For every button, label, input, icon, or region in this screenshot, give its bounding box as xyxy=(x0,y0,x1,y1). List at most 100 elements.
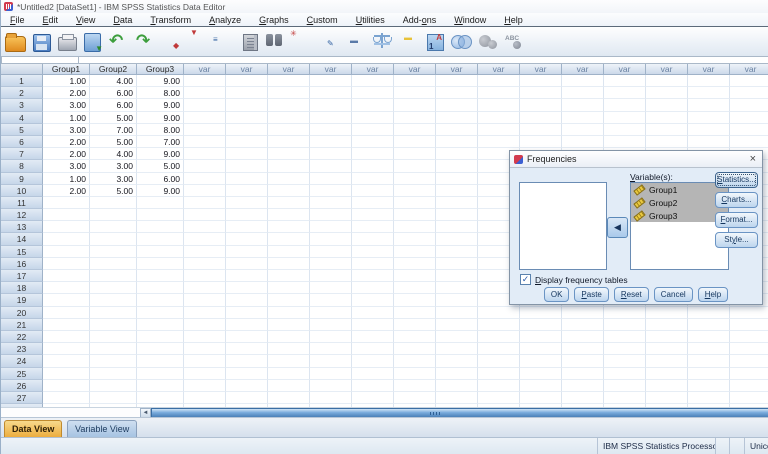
data-cell[interactable] xyxy=(90,330,137,344)
row-header[interactable]: 25 xyxy=(1,367,43,380)
data-cell[interactable]: 2.00 xyxy=(43,184,90,197)
empty-cell[interactable] xyxy=(478,391,520,405)
cell-name-box[interactable] xyxy=(1,56,79,64)
empty-cell[interactable] xyxy=(310,330,352,344)
data-cell[interactable] xyxy=(137,355,184,368)
data-cell[interactable] xyxy=(90,209,137,222)
empty-cell[interactable] xyxy=(394,306,436,319)
empty-cell[interactable] xyxy=(646,306,688,319)
cell-edit-box[interactable] xyxy=(79,56,768,64)
column-header-var[interactable]: var xyxy=(520,64,562,75)
empty-cell[interactable] xyxy=(268,184,310,197)
data-cell[interactable]: 5.00 xyxy=(90,135,137,149)
empty-cell[interactable] xyxy=(352,184,394,197)
empty-cell[interactable] xyxy=(394,135,436,149)
empty-cell[interactable] xyxy=(268,160,310,173)
data-cell[interactable]: 3.00 xyxy=(90,160,137,173)
empty-cell[interactable] xyxy=(310,343,352,356)
empty-cell[interactable] xyxy=(226,172,268,185)
empty-cell[interactable] xyxy=(310,306,352,319)
empty-cell[interactable] xyxy=(436,245,478,258)
empty-cell[interactable] xyxy=(394,111,436,124)
empty-cell[interactable] xyxy=(352,245,394,258)
data-cell[interactable] xyxy=(90,257,137,270)
empty-cell[interactable] xyxy=(520,111,562,124)
empty-cell[interactable] xyxy=(184,75,226,88)
empty-cell[interactable] xyxy=(394,99,436,112)
data-cell[interactable]: 6.00 xyxy=(90,99,137,112)
empty-cell[interactable] xyxy=(352,221,394,234)
data-cell[interactable] xyxy=(43,270,90,283)
empty-cell[interactable] xyxy=(520,306,562,319)
empty-cell[interactable] xyxy=(352,135,394,149)
empty-cell[interactable] xyxy=(184,257,226,270)
data-cell[interactable] xyxy=(137,367,184,380)
empty-cell[interactable] xyxy=(226,148,268,161)
empty-cell[interactable] xyxy=(184,245,226,258)
empty-cell[interactable] xyxy=(394,379,436,392)
empty-cell[interactable] xyxy=(604,75,646,88)
empty-cell[interactable] xyxy=(688,379,730,392)
empty-cell[interactable] xyxy=(226,257,268,270)
data-cell[interactable] xyxy=(43,294,90,307)
row-header[interactable]: 2 xyxy=(1,87,43,100)
empty-cell[interactable] xyxy=(730,379,768,392)
menu-window[interactable]: Window xyxy=(445,15,495,25)
variable-item-group1[interactable]: Group1 xyxy=(631,183,728,196)
empty-cell[interactable] xyxy=(184,135,226,149)
empty-cell[interactable] xyxy=(646,343,688,356)
use-variable-sets-icon[interactable] xyxy=(451,32,472,52)
empty-cell[interactable] xyxy=(520,135,562,149)
empty-cell[interactable] xyxy=(730,111,768,124)
empty-cell[interactable] xyxy=(562,99,604,112)
data-cell[interactable] xyxy=(137,209,184,222)
empty-cell[interactable] xyxy=(394,196,436,210)
empty-cell[interactable] xyxy=(730,306,768,319)
data-cell[interactable]: 3.00 xyxy=(43,99,90,112)
help-button[interactable]: Help xyxy=(697,287,729,302)
empty-cell[interactable] xyxy=(436,148,478,161)
empty-cell[interactable] xyxy=(310,379,352,392)
data-cell[interactable] xyxy=(43,257,90,270)
empty-cell[interactable] xyxy=(478,355,520,368)
empty-cell[interactable] xyxy=(436,343,478,356)
data-cell[interactable] xyxy=(90,233,137,246)
data-cell[interactable]: 2.00 xyxy=(43,135,90,149)
empty-cell[interactable] xyxy=(562,318,604,331)
empty-cell[interactable] xyxy=(352,75,394,88)
variables-icon[interactable] xyxy=(243,34,258,51)
data-cell[interactable] xyxy=(137,257,184,270)
empty-cell[interactable] xyxy=(268,99,310,112)
empty-cell[interactable] xyxy=(730,87,768,100)
data-cell[interactable]: 8.00 xyxy=(137,123,184,136)
empty-cell[interactable] xyxy=(184,160,226,173)
row-header[interactable]: 12 xyxy=(1,209,43,222)
empty-cell[interactable] xyxy=(268,367,310,380)
empty-cell[interactable] xyxy=(646,330,688,344)
display-frequency-tables-checkbox[interactable]: ✓ xyxy=(520,274,531,285)
menu-custom[interactable]: Custom xyxy=(298,15,347,25)
empty-cell[interactable] xyxy=(688,355,730,368)
data-cell[interactable] xyxy=(137,318,184,331)
empty-cell[interactable] xyxy=(184,184,226,197)
empty-cell[interactable] xyxy=(268,343,310,356)
empty-cell[interactable] xyxy=(310,233,352,246)
row-header[interactable]: 5 xyxy=(1,123,43,136)
empty-cell[interactable] xyxy=(394,355,436,368)
data-cell[interactable] xyxy=(43,233,90,246)
data-cell[interactable] xyxy=(90,306,137,319)
empty-cell[interactable] xyxy=(184,111,226,124)
empty-cell[interactable] xyxy=(604,306,646,319)
empty-cell[interactable] xyxy=(184,196,226,210)
empty-cell[interactable] xyxy=(268,318,310,331)
empty-cell[interactable] xyxy=(394,123,436,136)
data-cell[interactable] xyxy=(43,355,90,368)
data-cell[interactable]: 3.00 xyxy=(43,123,90,136)
empty-cell[interactable] xyxy=(478,343,520,356)
empty-cell[interactable] xyxy=(688,330,730,344)
empty-cell[interactable] xyxy=(436,87,478,100)
empty-cell[interactable] xyxy=(604,343,646,356)
empty-cell[interactable] xyxy=(730,318,768,331)
empty-cell[interactable] xyxy=(226,99,268,112)
empty-cell[interactable] xyxy=(268,172,310,185)
